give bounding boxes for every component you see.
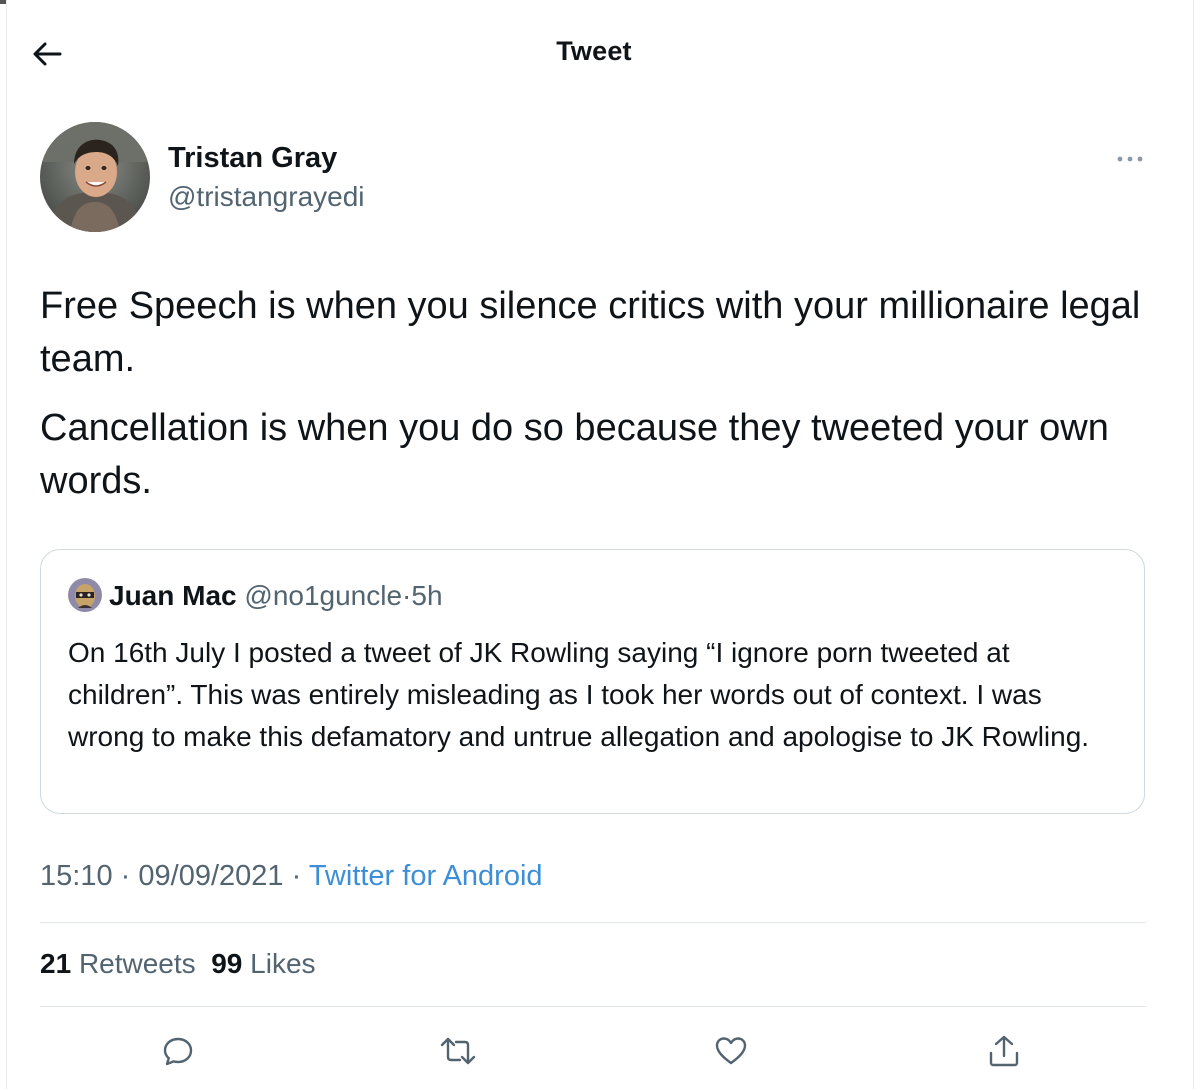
likes-count: 99 <box>211 948 243 979</box>
share-icon <box>989 1035 1019 1067</box>
author-name[interactable]: Tristan Gray <box>168 142 337 175</box>
divider <box>40 922 1146 923</box>
heart-icon <box>715 1037 747 1065</box>
quoted-avatar <box>68 578 102 612</box>
tweet-source-link[interactable]: Twitter for Android <box>309 860 543 892</box>
tweet-stats: 21 Retweets 99 Likes <box>40 948 316 980</box>
retweet-button[interactable] <box>437 1030 479 1072</box>
likes-label: Likes <box>250 948 316 979</box>
author-avatar[interactable] <box>40 122 150 232</box>
meta-separator: · <box>291 860 302 892</box>
like-button[interactable] <box>710 1030 752 1072</box>
more-horizontal-icon <box>1117 156 1143 162</box>
tweet-text: Free Speech is when you silence critics … <box>40 280 1150 524</box>
reply-icon <box>163 1037 193 1066</box>
quoted-separator: · <box>402 580 412 611</box>
retweet-icon <box>440 1037 476 1065</box>
author-handle[interactable]: @tristangrayedi <box>168 181 365 213</box>
retweets-stat[interactable]: 21 Retweets <box>40 948 196 979</box>
avatar-photo <box>40 122 150 232</box>
tweet-time[interactable]: 15:10 <box>40 860 113 892</box>
more-options-button[interactable] <box>1112 145 1148 173</box>
meta-separator: · <box>120 860 131 892</box>
retweets-count: 21 <box>40 948 72 979</box>
quoted-time: 5h <box>411 580 443 611</box>
quoted-tweet-text: On 16th July I posted a tweet of JK Rowl… <box>68 637 1090 752</box>
retweets-label: Retweets <box>78 948 196 979</box>
likes-stat[interactable]: 99 Likes <box>211 948 315 979</box>
tweet-paragraph: Free Speech is when you silence critics … <box>40 285 1141 380</box>
divider <box>40 1006 1146 1007</box>
quoted-avatar-image <box>68 578 102 612</box>
tweet-meta: 15:10 · 09/09/2021 · Twitter for Android <box>40 860 543 893</box>
header: Tweet <box>0 0 1200 108</box>
quoted-author-handle: @no1guncle <box>244 580 403 611</box>
quoted-tweet[interactable]: Juan Mac @no1guncle·5h On 16th July I po… <box>40 549 1145 814</box>
quoted-author-name: Juan Mac <box>109 580 237 611</box>
share-button[interactable] <box>983 1030 1025 1072</box>
page-title: Tweet <box>556 36 632 66</box>
tweet-paragraph: Cancellation is when you do so because t… <box>40 407 1109 502</box>
quoted-header: Juan Mac @no1guncle·5h <box>109 580 443 612</box>
tweet-date[interactable]: 09/09/2021 <box>138 860 283 892</box>
reply-button[interactable] <box>157 1030 199 1072</box>
